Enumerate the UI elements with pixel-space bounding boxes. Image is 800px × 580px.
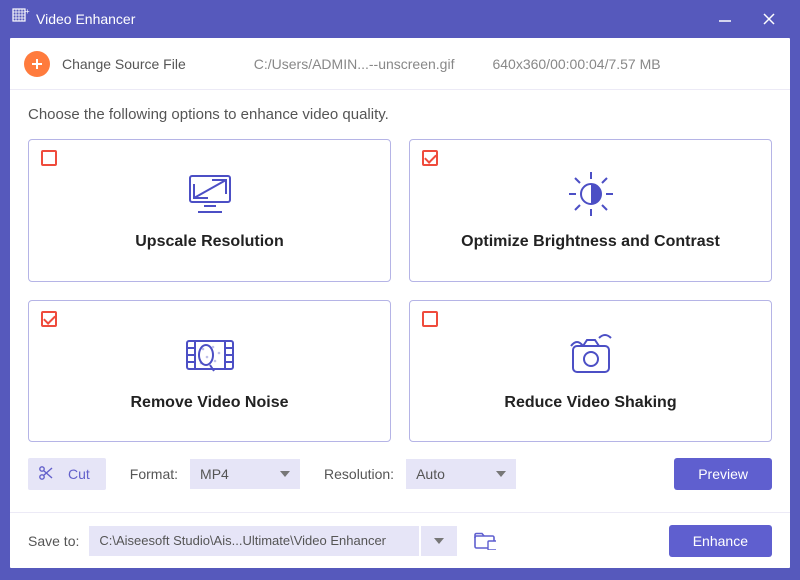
window-controls	[716, 10, 788, 28]
add-source-button[interactable]	[24, 51, 50, 77]
instruction-text: Choose the following options to enhance …	[28, 106, 772, 123]
monitor-resolution-icon	[184, 169, 236, 219]
checkbox-icon	[422, 311, 438, 327]
format-label: Format:	[130, 466, 178, 482]
chevron-down-icon	[496, 471, 506, 477]
source-file-path: C:/Users/ADMIN...--unscreen.gif	[254, 56, 455, 72]
app-logo-icon: +	[12, 8, 30, 31]
checkbox-checked-icon	[41, 311, 57, 327]
chevron-down-icon	[280, 471, 290, 477]
minimize-button[interactable]	[716, 10, 734, 28]
option-label: Upscale Resolution	[135, 233, 283, 251]
cut-label: Cut	[68, 466, 90, 482]
option-remove-noise[interactable]: Remove Video Noise	[28, 300, 391, 443]
option-upscale-resolution[interactable]: Upscale Resolution	[28, 139, 391, 282]
cut-button[interactable]: Cut	[28, 458, 106, 490]
app-title: Video Enhancer	[36, 11, 716, 27]
checkbox-icon	[41, 150, 57, 166]
film-noise-icon	[183, 330, 237, 380]
save-path-dropdown[interactable]	[421, 526, 457, 556]
titlebar: + Video Enhancer	[0, 0, 800, 38]
app-body: Change Source File C:/Users/ADMIN...--un…	[10, 38, 790, 568]
source-file-info: 640x360/00:00:04/7.57 MB	[492, 56, 660, 72]
resolution-value: Auto	[416, 466, 445, 482]
option-label: Reduce Video Shaking	[504, 394, 676, 412]
camera-shake-icon	[563, 330, 619, 380]
checkbox-checked-icon	[422, 150, 438, 166]
format-value: MP4	[200, 466, 229, 482]
enhance-button[interactable]: Enhance	[669, 525, 772, 557]
footer: Save to: C:\Aiseesoft Studio\Ais...Ultim…	[10, 512, 790, 568]
folder-icon	[474, 532, 496, 550]
option-label: Optimize Brightness and Contrast	[461, 233, 720, 251]
format-dropdown[interactable]: MP4	[190, 459, 300, 489]
option-reduce-shaking[interactable]: Reduce Video Shaking	[409, 300, 772, 443]
preview-button[interactable]: Preview	[674, 458, 772, 490]
options-grid: Upscale Resolution Optimize Brightness a…	[28, 139, 772, 442]
plus-icon	[30, 57, 44, 71]
option-label: Remove Video Noise	[131, 394, 289, 412]
change-source-link[interactable]: Change Source File	[62, 56, 186, 72]
option-optimize-brightness[interactable]: Optimize Brightness and Contrast	[409, 139, 772, 282]
save-path-field[interactable]: C:\Aiseesoft Studio\Ais...Ultimate\Video…	[89, 526, 419, 556]
svg-text:+: +	[25, 8, 30, 16]
open-folder-button[interactable]	[471, 527, 499, 555]
save-to-label: Save to:	[28, 533, 79, 549]
resolution-label: Resolution:	[324, 466, 394, 482]
main-area: Choose the following options to enhance …	[10, 90, 790, 512]
resolution-dropdown[interactable]: Auto	[406, 459, 516, 489]
brightness-icon	[565, 169, 617, 219]
source-bar: Change Source File C:/Users/ADMIN...--un…	[10, 38, 790, 90]
close-button[interactable]	[760, 10, 778, 28]
scissors-icon	[38, 465, 54, 484]
chevron-down-icon	[434, 538, 444, 544]
controls-row: Cut Format: MP4 Resolution: Auto Preview	[28, 442, 772, 502]
